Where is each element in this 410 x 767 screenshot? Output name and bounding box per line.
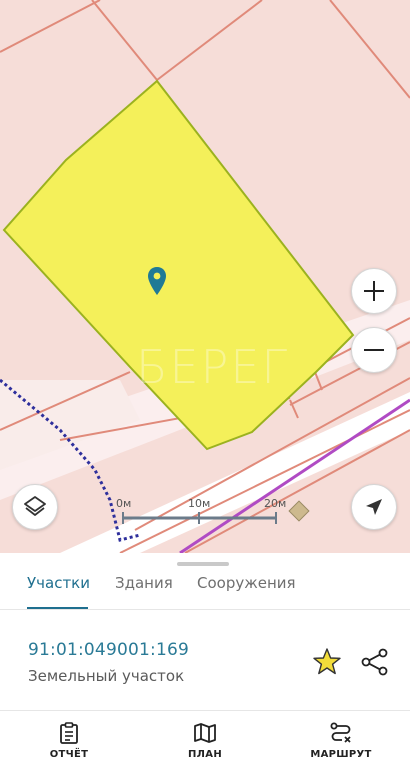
minus-icon xyxy=(364,349,384,351)
tab-structures[interactable]: Сооружения xyxy=(197,571,296,609)
location-pin-icon[interactable] xyxy=(147,266,167,296)
nav-report[interactable]: ОТЧЁТ xyxy=(14,719,124,767)
tab-parcels[interactable]: Участки xyxy=(27,571,90,609)
zoom-out-button[interactable] xyxy=(351,327,397,373)
cadastral-number[interactable]: 91:01:049001:169 xyxy=(28,640,189,660)
layers-button[interactable] xyxy=(12,484,58,530)
star-icon xyxy=(313,648,341,675)
favorite-button[interactable] xyxy=(311,646,343,678)
scale-label-10: 10м xyxy=(188,497,211,510)
scale-label-20: 20м xyxy=(264,497,287,510)
nav-report-label: ОТЧЁТ xyxy=(49,749,89,760)
locate-button[interactable] xyxy=(351,484,397,530)
share-button[interactable] xyxy=(359,646,391,678)
layers-icon xyxy=(24,496,46,516)
bottom-panel: Участки Здания Сооружения 91:01:049001:1… xyxy=(0,553,410,767)
navigation-arrow-icon xyxy=(366,499,382,515)
nav-plan[interactable]: ПЛАН xyxy=(150,719,260,767)
nav-divider xyxy=(0,710,410,711)
plus-icon xyxy=(364,281,384,301)
share-icon xyxy=(361,648,388,676)
drag-handle[interactable] xyxy=(177,562,229,566)
tabs-divider xyxy=(0,609,410,610)
map-canvas xyxy=(0,0,410,553)
tab-buildings[interactable]: Здания xyxy=(115,571,173,609)
zoom-in-button[interactable] xyxy=(351,268,397,314)
map-icon xyxy=(194,723,216,743)
route-icon xyxy=(330,722,351,743)
nav-route-label: МАРШРУТ xyxy=(310,749,372,760)
nav-plan-label: ПЛАН xyxy=(188,749,222,760)
parcel-type: Земельный участок xyxy=(28,667,185,685)
map-view[interactable]: БЕРЕГ 0м 10м 20м xyxy=(0,0,410,553)
nav-route[interactable]: МАРШРУТ xyxy=(286,719,396,767)
scale-label-0: 0м xyxy=(116,497,132,510)
tab-bar: Участки Здания Сооружения xyxy=(0,571,410,610)
map-watermark: БЕРЕГ xyxy=(136,340,290,394)
clipboard-icon xyxy=(60,722,78,744)
